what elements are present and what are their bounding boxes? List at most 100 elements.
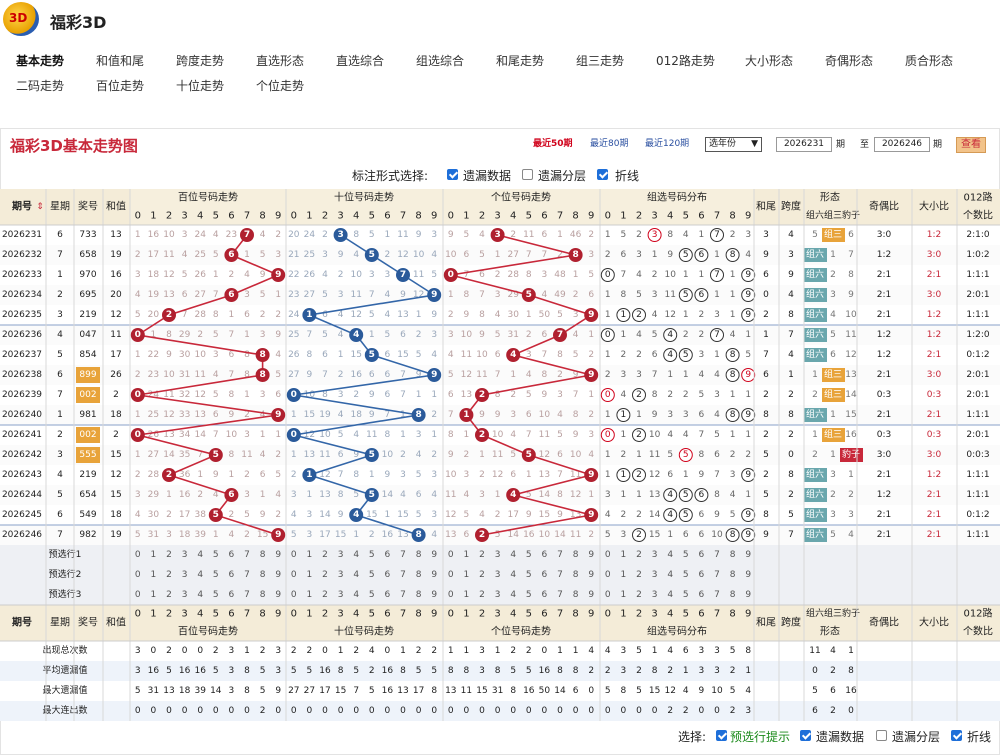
header-digit: 4 bbox=[353, 211, 359, 222]
missing-value: 17 bbox=[507, 510, 518, 520]
form-missing: 9 bbox=[848, 290, 854, 300]
group-missing: 8 bbox=[652, 390, 658, 400]
trend-ball-digit: 8 bbox=[415, 410, 421, 420]
stat-value: 0 bbox=[510, 706, 516, 716]
missing-value: 9 bbox=[573, 430, 579, 440]
preselect-digit: 8 bbox=[573, 590, 579, 600]
stat-value: 4 bbox=[745, 686, 751, 696]
missing-value: 6 bbox=[182, 290, 188, 300]
bigsmall-cell: 3:0 bbox=[927, 450, 942, 460]
missing-value: 5 bbox=[557, 310, 563, 320]
group-missing: 9 bbox=[652, 410, 658, 420]
form-missing: 15 bbox=[845, 410, 856, 420]
group-ball-digit: 2 bbox=[636, 530, 642, 540]
group-ball-digit: 0 bbox=[605, 430, 611, 440]
missing-value: 27 bbox=[288, 370, 299, 380]
span-cell: 8 bbox=[788, 470, 794, 480]
missing-value: 4 bbox=[431, 530, 437, 540]
form-missing: 6 bbox=[848, 230, 854, 240]
missing-value: 3 bbox=[557, 390, 563, 400]
group-missing: 1 bbox=[683, 370, 689, 380]
header-digit: 2 bbox=[636, 211, 642, 222]
stat-value: 8 bbox=[573, 666, 579, 676]
missing-value: 11 bbox=[539, 430, 550, 440]
stat-value: 5 bbox=[166, 666, 172, 676]
missing-value: 3 bbox=[416, 430, 422, 440]
header-digit: 1 bbox=[463, 211, 469, 222]
group-missing: 2 bbox=[605, 250, 611, 260]
stat-value: 2 bbox=[213, 646, 219, 656]
oddeven-cell: 2:1 bbox=[877, 290, 891, 300]
preselect-digit: 1 bbox=[307, 570, 313, 580]
missing-value: 5 bbox=[416, 350, 422, 360]
missing-value: 28 bbox=[194, 310, 206, 320]
header-digit: 6 bbox=[541, 211, 547, 222]
footer-digit: 0 bbox=[605, 609, 611, 620]
footer-digit: 5 bbox=[369, 609, 375, 620]
preselect-digit: 2 bbox=[166, 550, 172, 560]
missing-value: 4 bbox=[353, 250, 359, 260]
number-cell: 899 bbox=[79, 370, 96, 380]
bottom-missing-layer-checkbox[interactable] bbox=[876, 730, 887, 741]
weekday-cell: 7 bbox=[57, 530, 63, 540]
stat-value: 8 bbox=[448, 666, 454, 676]
period-cell: 2026233 bbox=[2, 270, 42, 280]
stat-value: 4 bbox=[605, 646, 611, 656]
header-digit: 3 bbox=[651, 211, 657, 222]
missing-value: 26 bbox=[288, 350, 300, 360]
missing-value: 10 bbox=[445, 250, 457, 260]
missing-value: 12 bbox=[570, 490, 581, 500]
sumtail-cell: 9 bbox=[763, 530, 769, 540]
form-missing: 2 bbox=[830, 490, 836, 500]
preselect-hint-checkbox[interactable] bbox=[716, 730, 727, 741]
preselect-digit: 6 bbox=[699, 590, 705, 600]
missing-value: 3 bbox=[464, 470, 470, 480]
missing-value: 46 bbox=[570, 230, 582, 240]
missing-value: 3 bbox=[588, 430, 594, 440]
missing-value: 13 bbox=[397, 310, 408, 320]
group-missing: 1 bbox=[636, 410, 642, 420]
sum-cell: 2 bbox=[113, 390, 119, 400]
trend-ball-digit: 9 bbox=[275, 530, 281, 540]
missing-value: 11 bbox=[570, 530, 581, 540]
bottom-missing-layer-label: 遗漏分层 bbox=[892, 730, 941, 744]
missing-value: 4 bbox=[526, 370, 532, 380]
bottom-line-checkbox[interactable] bbox=[951, 730, 962, 741]
stat-value: 0 bbox=[338, 706, 344, 716]
missing-value: 11 bbox=[397, 230, 408, 240]
group-missing: 3 bbox=[621, 530, 627, 540]
missing-value: 1 bbox=[244, 390, 250, 400]
preselect-digit: 4 bbox=[510, 570, 516, 580]
preselect-digit: 9 bbox=[588, 550, 594, 560]
missing-value: 10 bbox=[319, 430, 331, 440]
bottom-missing-data-checkbox[interactable] bbox=[800, 730, 811, 741]
header-digit: 3 bbox=[337, 211, 343, 222]
preselect-digit: 8 bbox=[730, 570, 736, 580]
bigsmall-cell: 1:2 bbox=[927, 230, 941, 240]
missing-value: 15 bbox=[350, 350, 361, 360]
header-digit: 8 bbox=[415, 211, 421, 222]
group-missing: 1 bbox=[683, 310, 689, 320]
header-digit: 9 bbox=[588, 211, 594, 222]
stat-value: 0 bbox=[573, 706, 579, 716]
number-cell: 219 bbox=[79, 470, 96, 480]
preselect-digit: 5 bbox=[683, 590, 689, 600]
group-missing: 1 bbox=[605, 290, 611, 300]
bigsmall-cell: 2:1 bbox=[927, 270, 941, 280]
bottom-missing-data-label: 遗漏数据 bbox=[816, 730, 865, 744]
preselect-digit: 7 bbox=[557, 550, 563, 560]
stat-value: 8 bbox=[510, 686, 516, 696]
sumtail-cell: 5 bbox=[763, 490, 769, 500]
group-ball-digit: 9 bbox=[745, 510, 751, 520]
header-digit: 9 bbox=[745, 211, 751, 222]
stat-form-value: 5 bbox=[812, 686, 818, 696]
group-missing: 1 bbox=[699, 230, 705, 240]
weekday-cell: 6 bbox=[57, 510, 63, 520]
stat-value: 0 bbox=[244, 706, 250, 716]
missing-value: 1 bbox=[166, 490, 172, 500]
sum-cell: 15 bbox=[110, 490, 121, 500]
footer-road: 012路 bbox=[963, 607, 992, 620]
group-missing: 7 bbox=[714, 470, 720, 480]
footer-oddeven: 奇偶比 bbox=[869, 616, 899, 629]
preselect-digit: 4 bbox=[197, 550, 203, 560]
